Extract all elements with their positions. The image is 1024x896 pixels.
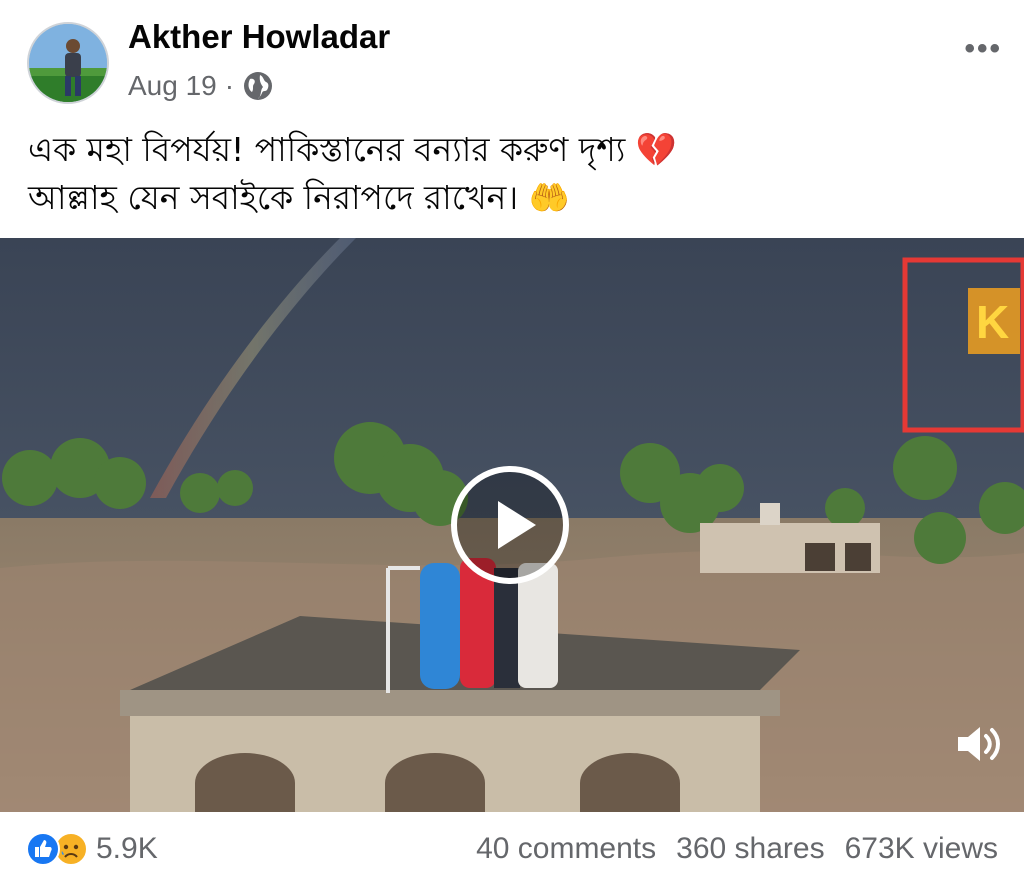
video-player[interactable]: K — [0, 238, 1024, 812]
caption-line-1: এক মহা বিপর্যয়! পাকিস্তানের বন্যার করুণ… — [28, 130, 677, 169]
post-date[interactable]: Aug 19 — [128, 70, 217, 102]
reactions-summary[interactable]: 5.9K — [26, 832, 158, 866]
shares-count[interactable]: 360 shares — [676, 832, 824, 866]
post-caption: এক মহা বিপর্যয়! পাকিস্তানের বন্যার করুণ… — [28, 126, 677, 222]
author-name[interactable]: Akther Howladar — [128, 18, 390, 56]
svg-text:K: K — [976, 296, 1009, 348]
play-button[interactable] — [448, 463, 572, 587]
engagement-stats: 40 comments 360 shares 673K views — [476, 832, 998, 866]
more-options-icon[interactable]: ••• — [964, 32, 1002, 66]
like-icon — [26, 832, 60, 866]
volume-button[interactable] — [954, 722, 1004, 766]
reactions-count: 5.9K — [96, 832, 158, 865]
comments-count[interactable]: 40 comments — [476, 832, 656, 866]
globe-icon[interactable] — [242, 70, 274, 102]
avatar[interactable] — [27, 22, 109, 104]
volume-icon[interactable] — [954, 722, 1004, 766]
post-meta: Aug 19 · — [128, 70, 274, 102]
meta-separator: · — [224, 70, 235, 101]
caption-line-2: আল্লাহ যেন সবাইকে নিরাপদে রাখেন। 🤲 — [28, 178, 570, 217]
views-count: 673K views — [844, 832, 998, 865]
play-icon[interactable] — [448, 463, 572, 587]
